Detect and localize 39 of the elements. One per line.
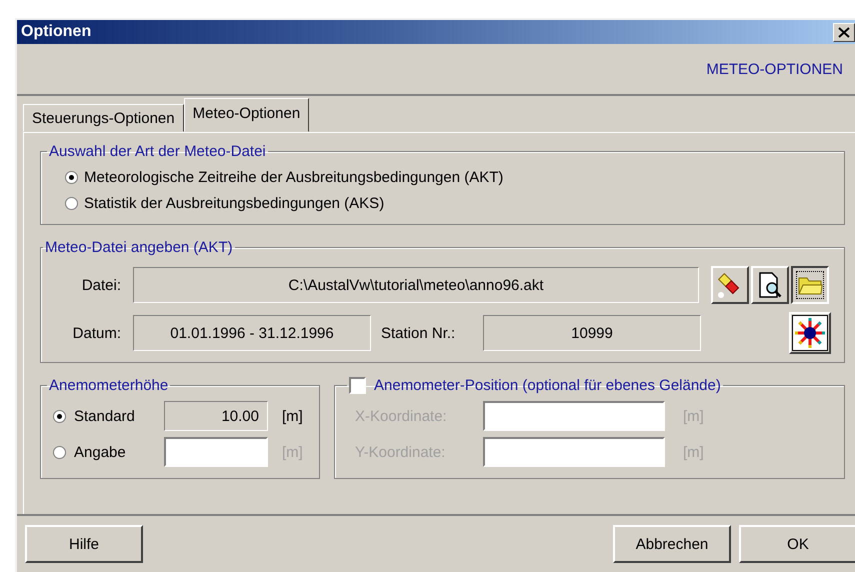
radio-button[interactable] xyxy=(65,196,78,210)
group-title: Auswahl der Art der Meteo-Datei xyxy=(48,143,267,160)
checkbox[interactable] xyxy=(349,377,366,394)
group-title: Anemometerhöhe xyxy=(48,377,170,394)
coordinate-field[interactable] xyxy=(483,437,665,467)
checkbox-label: Anemometer-Position (optional für ebenes Gelände) xyxy=(374,377,721,394)
wind-rose-button[interactable] xyxy=(789,312,831,354)
wind-rose-icon xyxy=(792,315,828,351)
coordinate-field[interactable] xyxy=(483,401,665,431)
close-icon xyxy=(838,26,850,38)
dialog-button[interactable]: Abbrechen xyxy=(613,525,731,563)
radio-label: Standard xyxy=(74,408,136,424)
radio-label: Meteorologische Zeitreihe der Ausbreitungsbedingungen (AKT) xyxy=(84,168,504,186)
dialog-button[interactable]: Hilfe xyxy=(25,525,143,563)
radio-button[interactable] xyxy=(53,410,66,422)
date-range-field: 01.01.1996 - 31.12.1996 xyxy=(133,315,371,351)
radio-button[interactable] xyxy=(65,170,78,184)
field-label: Datum: xyxy=(72,324,122,342)
height-field[interactable] xyxy=(164,437,268,467)
clear-button[interactable] xyxy=(711,266,749,304)
preview-button[interactable] xyxy=(751,266,789,304)
radio-label: Statistik der Ausbreitungsbedingungen (AKS) xyxy=(84,194,384,212)
tab[interactable]: Meteo-Optionen xyxy=(184,98,310,132)
section-heading: METEO-OPTIONEN xyxy=(706,60,843,78)
dialog-button[interactable]: OK xyxy=(739,525,855,563)
document-magnifier-icon xyxy=(757,271,783,299)
radio-label: Angabe xyxy=(74,444,127,460)
tab[interactable]: Steuerungs-Optionen xyxy=(23,104,184,132)
window-title: Optionen xyxy=(21,23,92,41)
field-label: Datei: xyxy=(80,276,122,294)
file-path-field: C:\AustalVw\tutorial\meteo\anno96.akt xyxy=(133,267,699,303)
group-title: Meteo-Datei angeben (AKT) xyxy=(44,239,234,256)
station-number-field: 10999 xyxy=(483,315,701,351)
open-folder-button[interactable] xyxy=(791,266,829,304)
radio-button[interactable] xyxy=(53,446,66,458)
field-label: Station Nr.: xyxy=(381,324,456,342)
height-field[interactable]: 10.00 xyxy=(164,401,268,431)
close-button[interactable] xyxy=(833,22,855,42)
unit-label: [m] xyxy=(282,408,303,424)
